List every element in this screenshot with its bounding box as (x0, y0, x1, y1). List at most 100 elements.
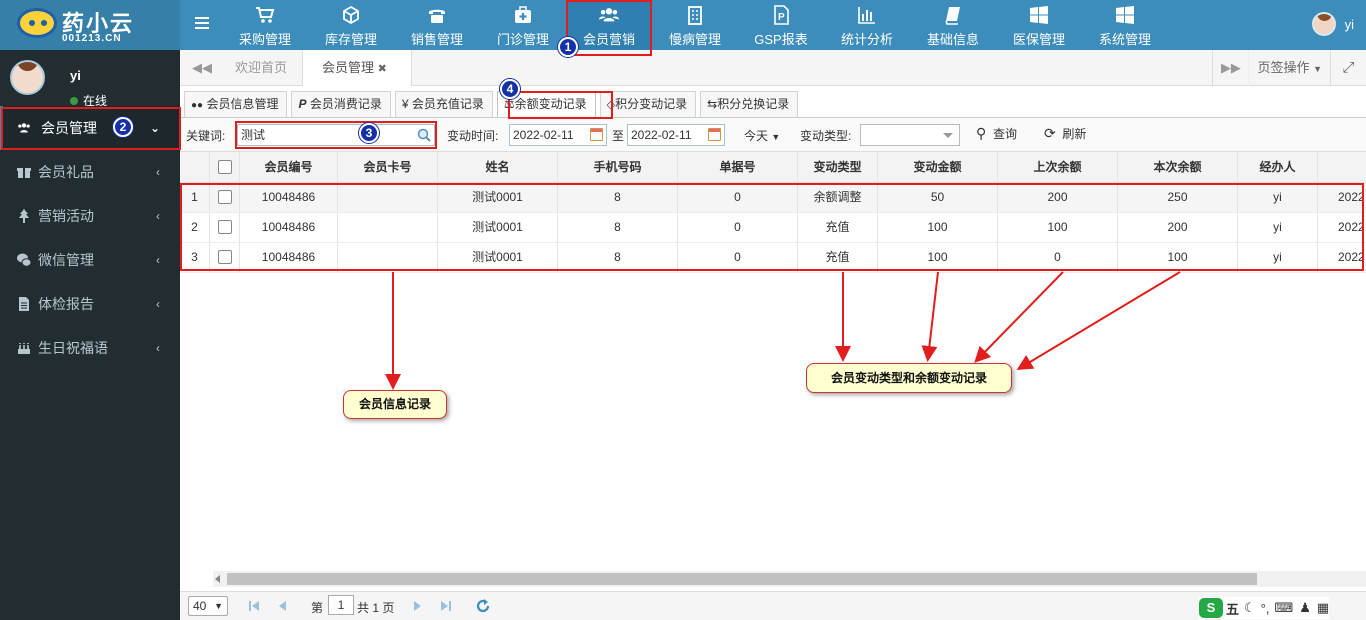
subtab-consumption[interactable]: P 会员消费记录 (291, 91, 391, 117)
sidebar-item-birthday[interactable]: 生日祝福语 ‹ (0, 326, 180, 370)
nav-chronic[interactable]: 慢病管理 (652, 0, 738, 50)
query-button[interactable]: ⚲ 查询 (976, 125, 1017, 142)
page-number-input[interactable]: 1 (328, 595, 354, 615)
col-name[interactable]: 姓名 (438, 152, 558, 182)
nav-purchase[interactable]: 采购管理 (222, 0, 308, 50)
tabs-scroll-right-icon[interactable]: ▶▶ (1212, 50, 1248, 86)
cell-prev-balance: 0 (998, 243, 1118, 272)
caret-down-icon: ▼ (1313, 64, 1322, 74)
tab-home[interactable]: 欢迎首页 (235, 50, 287, 86)
search-icon[interactable] (417, 128, 431, 142)
page-size-select[interactable]: 40 ▼ (188, 596, 228, 616)
subtab-recharge[interactable]: ¥ 会员充值记录 (394, 91, 493, 117)
col-doc-no[interactable]: 单据号 (678, 152, 798, 182)
prev-page-icon[interactable] (276, 600, 288, 612)
subtab-points-change[interactable]: ◇积分变动记录 (599, 91, 697, 117)
row-index: 3 (180, 243, 210, 272)
col-card-no[interactable]: 会员卡号 (338, 152, 438, 182)
sidebar-item-wechat[interactable]: 微信管理 ‹ (0, 238, 180, 282)
sidebar-item-member-management[interactable]: 会员管理 ⌄ (0, 106, 180, 150)
nav-inventory[interactable]: 库存管理 (308, 0, 394, 50)
row-checkbox[interactable] (210, 243, 240, 272)
windows-icon (1116, 6, 1134, 24)
col-date[interactable] (1318, 152, 1366, 182)
col-change-type[interactable]: 变动类型 (798, 152, 878, 182)
apps-icon[interactable]: ▦ (1317, 600, 1329, 616)
sidebar-item-label: 会员管理 (41, 120, 97, 136)
cell-change-type: 充值 (798, 213, 878, 242)
caret-down-icon: ▼ (771, 132, 781, 142)
cell-card-no (338, 183, 438, 212)
keyword-input[interactable]: 测试 (237, 124, 435, 146)
keyboard-icon[interactable]: ⌨ (1274, 600, 1293, 616)
user-panel: yi 在线 (0, 50, 180, 108)
user-icon[interactable]: ♟ (1299, 600, 1311, 616)
chevron-down-icon: ⌄ (149, 121, 160, 135)
change-type-select[interactable] (860, 124, 960, 146)
sidebar-item-member-gifts[interactable]: 会员礼品 ‹ (0, 150, 180, 194)
col-phone[interactable]: 手机号码 (558, 152, 678, 182)
refresh-button[interactable]: ⟳ 刷新 (1044, 125, 1086, 142)
col-prev-balance[interactable]: 上次余额 (998, 152, 1118, 182)
col-change-amount[interactable]: 变动金额 (878, 152, 998, 182)
date-to-input[interactable]: 2022-02-11 (627, 124, 725, 146)
step-badge-2: 2 (113, 117, 133, 137)
calendar-icon[interactable] (590, 128, 603, 141)
range-dropdown[interactable]: 今天 ▼ (744, 127, 780, 144)
row-checkbox[interactable] (210, 213, 240, 242)
nav-system[interactable]: 系统管理 (1082, 0, 1168, 50)
svg-text:P: P (778, 12, 785, 23)
table-row[interactable]: 3 10048486 测试0001 8 0 充值 100 0 100 yi 20… (180, 243, 1366, 273)
cell-card-no (338, 243, 438, 272)
top-bar: 药小云 001213.CN 采购管理 库存管理 销售管理 门诊管理 会员营销 慢… (0, 0, 1366, 50)
ime-toolbar[interactable]: S 五 ☾ °, ⌨ ♟ ▦ (1199, 597, 1330, 619)
nav-sales[interactable]: 销售管理 (394, 0, 480, 50)
tabs-scroll-left-icon[interactable]: ◀◀ (192, 60, 212, 76)
menu-toggle-icon[interactable] (195, 17, 209, 31)
scrollbar-thumb[interactable] (227, 573, 1257, 585)
horizontal-scrollbar[interactable] (213, 571, 1366, 587)
nav-gsp[interactable]: P GSP报表 (738, 0, 824, 50)
tab-operations: ▶▶ 页签操作 ▼ ⤢ (1212, 50, 1366, 86)
chevron-left-icon: ‹ (156, 165, 160, 179)
sidebar-item-exam-report[interactable]: 体检报告 ‹ (0, 282, 180, 326)
col-member-no[interactable]: 会员编号 (240, 152, 338, 182)
nav-clinic[interactable]: 门诊管理 (480, 0, 566, 50)
fullscreen-icon[interactable]: ⤢ (1330, 50, 1366, 86)
nav-statistics[interactable]: 统计分析 (824, 0, 910, 50)
calendar-icon[interactable] (708, 128, 721, 141)
moon-icon[interactable]: ☾ (1244, 600, 1256, 616)
select-all-checkbox[interactable] (210, 152, 240, 182)
first-page-icon[interactable] (248, 600, 260, 612)
caret-down-icon: ▼ (214, 601, 223, 611)
col-operator[interactable]: 经办人 (1238, 152, 1318, 182)
users-icon: ●● (191, 100, 204, 111)
ime-mode[interactable]: 五 (1226, 599, 1239, 618)
col-curr-balance[interactable]: 本次余额 (1118, 152, 1238, 182)
app-logo[interactable]: 药小云 001213.CN (0, 0, 180, 50)
user-menu[interactable]: yi (1311, 12, 1354, 36)
nav-member-marketing[interactable]: 会员营销 (566, 0, 652, 50)
subtab-points-exchange[interactable]: ⇆积分兑换记录 (700, 91, 799, 117)
row-index: 1 (180, 183, 210, 212)
sidebar-item-marketing[interactable]: 营销活动 ‹ (0, 194, 180, 238)
next-page-icon[interactable] (412, 600, 424, 612)
sogou-ime-icon[interactable]: S (1199, 598, 1223, 618)
book-icon (945, 7, 960, 25)
tab-ops-dropdown[interactable]: 页签操作 ▼ (1248, 50, 1330, 86)
table-row[interactable]: 1 10048486 测试0001 8 0 余额调整 50 200 250 yi… (180, 183, 1366, 213)
row-checkbox[interactable] (210, 183, 240, 212)
subtab-member-info[interactable]: ●● 会员信息管理 (184, 91, 288, 117)
tab-member-management[interactable]: 会员管理 ✖ (302, 50, 412, 86)
scale-icon: ⚖ (503, 97, 515, 111)
nav-medical-insurance[interactable]: 医保管理 (996, 0, 1082, 50)
date-from-input[interactable]: 2022-02-11 (509, 124, 607, 146)
sidebar-username: yi (70, 68, 81, 83)
scroll-left-icon[interactable] (215, 575, 220, 583)
punctuation-icon[interactable]: °, (1261, 601, 1270, 616)
nav-basic-info[interactable]: 基础信息 (910, 0, 996, 50)
close-icon[interactable]: ✖ (378, 63, 387, 75)
reload-icon[interactable] (476, 599, 490, 613)
last-page-icon[interactable] (440, 600, 452, 612)
table-row[interactable]: 2 10048486 测试0001 8 0 充值 100 100 200 yi … (180, 213, 1366, 243)
